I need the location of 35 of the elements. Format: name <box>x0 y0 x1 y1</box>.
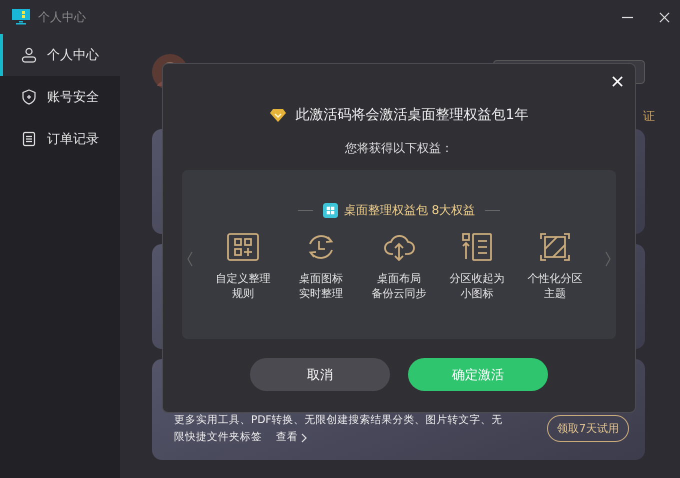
dialog-subtitle: 您将获得以下权益： <box>345 140 453 157</box>
dialog-title: 此激活码将会激活桌面整理权益包1年 <box>296 106 528 124</box>
user-icon <box>21 47 37 63</box>
sidebar-item[interactable]: 账号安全 <box>0 76 120 118</box>
benefit-label: 备份云同步 <box>372 286 426 301</box>
benefit-label: 个性化分区 <box>528 271 582 286</box>
benefit-label: 小图标 <box>460 286 494 301</box>
benefit-label: 桌面布局 <box>377 271 421 286</box>
benefit-label: 主题 <box>544 286 566 301</box>
promo-text: 更多实用工具、PDF转换、无限创建搜索结果分类、图片转文字、无 <box>174 413 502 428</box>
verify-link-text: 证 <box>643 108 655 125</box>
striped-square-icon <box>539 233 571 261</box>
benefit-label: 桌面图标 <box>299 271 343 286</box>
chevron-right-icon <box>301 432 307 442</box>
view-link[interactable]: 查看 <box>276 429 298 446</box>
benefit-label: 自定义整理 <box>216 271 270 286</box>
benefit-label: 实时整理 <box>299 286 343 301</box>
document-icon <box>21 131 37 147</box>
sidebar-item[interactable]: 订单记录 <box>0 118 120 160</box>
package-heading: 桌面整理权益包 8大权益 <box>344 202 476 219</box>
cloud-sync-icon <box>383 233 415 261</box>
shield-icon <box>21 89 37 105</box>
window-title: 个人中心 <box>38 8 86 26</box>
grid-plus-icon <box>227 233 259 261</box>
app-icon <box>322 203 338 218</box>
promo-text: 限快捷文件夹标签 <box>174 430 262 445</box>
benefit-label: 分区收起为 <box>450 271 504 286</box>
cancel-button[interactable]: 取消 <box>250 358 390 391</box>
sidebar-item[interactable]: 个人中心 <box>0 34 120 76</box>
list-icon <box>461 233 493 261</box>
benefit-label: 规则 <box>232 286 254 301</box>
monitor-icon <box>12 9 30 25</box>
close-icon[interactable] <box>659 12 670 22</box>
trial-button[interactable]: 领取7天试用 <box>547 415 629 442</box>
diamond-icon <box>270 108 286 122</box>
